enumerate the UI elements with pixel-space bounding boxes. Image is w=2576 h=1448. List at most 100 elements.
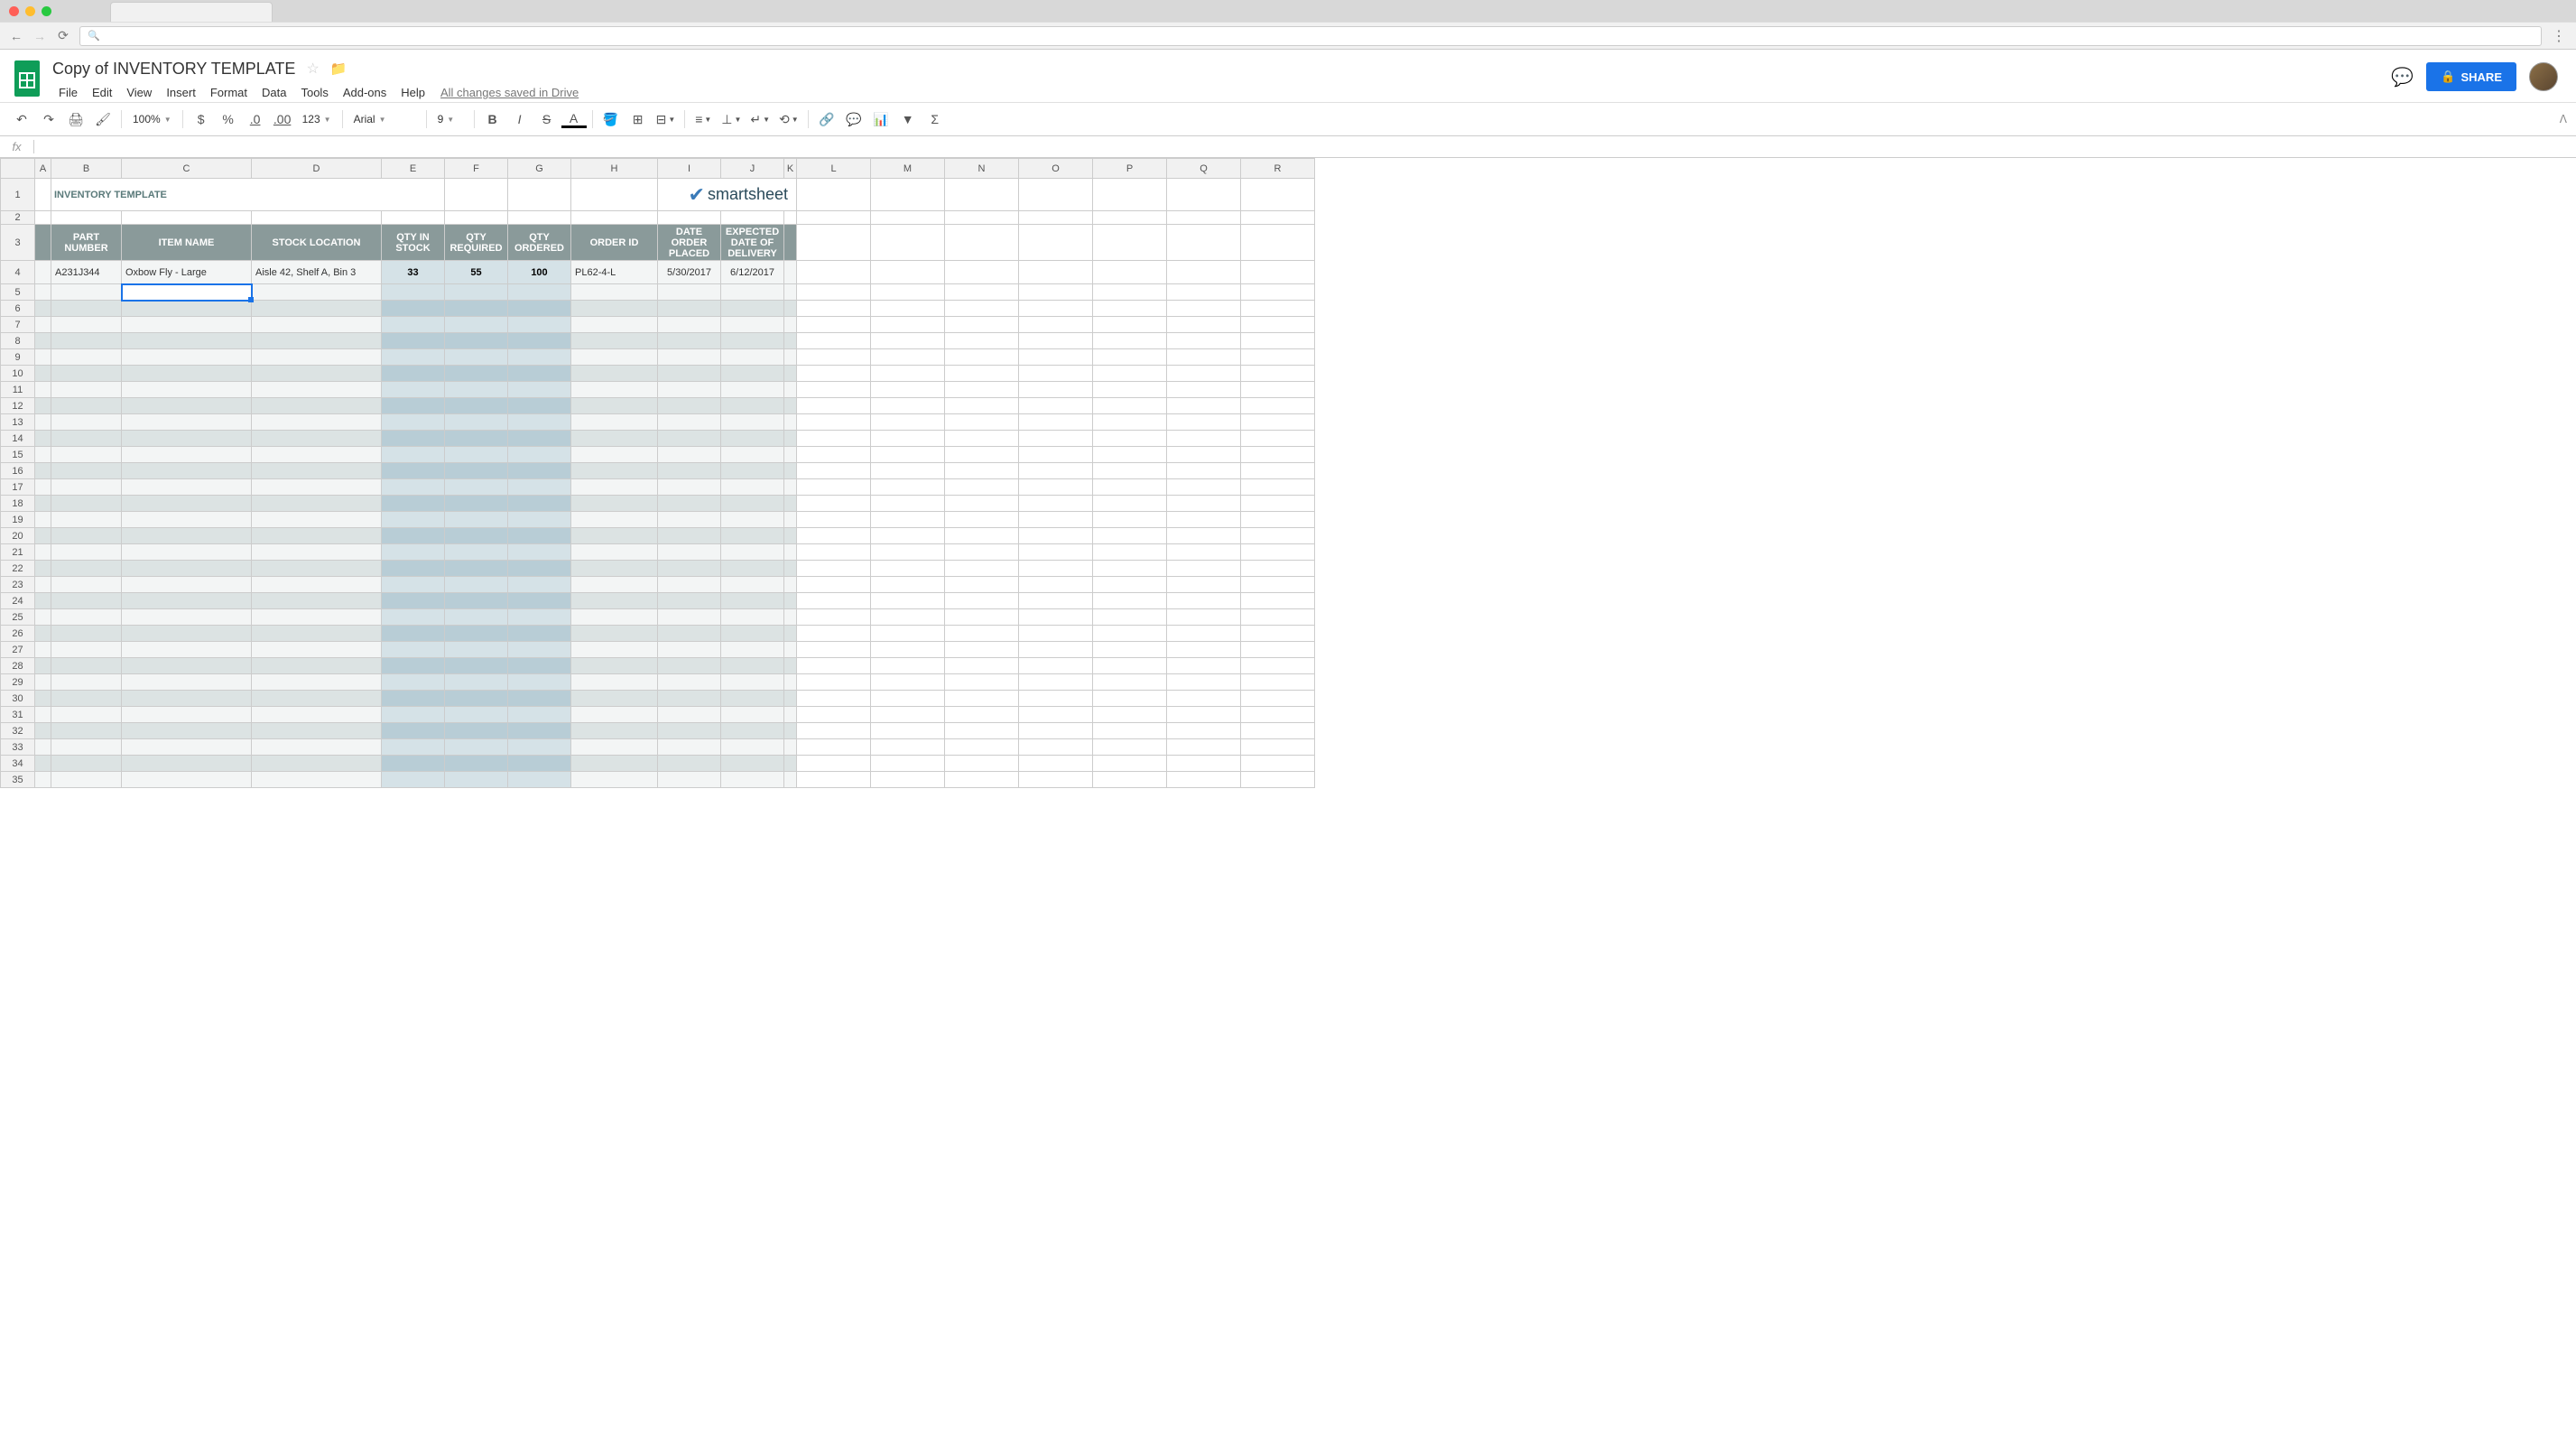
cell[interactable] [871,317,945,333]
cell[interactable] [721,398,784,414]
cell[interactable] [945,772,1019,788]
spreadsheet-grid[interactable]: ABCDEFGHIJKLMNOPQR1INVENTORY TEMPLATE✔sm… [0,158,1315,788]
cell[interactable] [382,366,445,382]
menu-edit[interactable]: Edit [86,83,118,102]
cell[interactable] [571,609,658,626]
cell[interactable]: PL62-4-L [571,261,658,284]
cell[interactable]: INVENTORY TEMPLATE [51,179,445,211]
cell[interactable] [122,772,252,788]
cell[interactable] [35,349,51,366]
cell[interactable] [658,211,721,225]
cell[interactable] [35,772,51,788]
cell[interactable] [1093,398,1167,414]
cell[interactable] [1167,479,1241,496]
cell[interactable] [1167,723,1241,739]
cell[interactable] [445,366,508,382]
cell[interactable] [252,317,382,333]
font-select[interactable]: Arial▼ [348,113,421,125]
cell[interactable] [51,642,122,658]
cell[interactable] [252,366,382,382]
cell[interactable] [784,561,797,577]
cell[interactable] [721,496,784,512]
cell[interactable] [122,447,252,463]
cell[interactable] [252,284,382,301]
cell[interactable] [252,414,382,431]
cell[interactable] [721,658,784,674]
cell[interactable] [252,577,382,593]
cell[interactable] [445,626,508,642]
borders-button[interactable]: ⊞ [625,107,651,131]
cell[interactable]: 33 [382,261,445,284]
cell[interactable] [658,301,721,317]
cell[interactable] [1241,349,1315,366]
cell[interactable] [1241,301,1315,317]
row-header-9[interactable]: 9 [1,349,35,366]
cell[interactable] [658,528,721,544]
cell[interactable] [658,431,721,447]
menu-tools[interactable]: Tools [294,83,334,102]
cell[interactable] [1093,723,1167,739]
cell[interactable] [1019,626,1093,642]
cell[interactable] [945,609,1019,626]
browser-reload-button[interactable]: ⟳ [56,29,70,43]
menu-insert[interactable]: Insert [160,83,202,102]
cell[interactable] [571,317,658,333]
cell[interactable] [1167,512,1241,528]
cell[interactable] [51,658,122,674]
cell[interactable] [35,593,51,609]
cell[interactable] [35,642,51,658]
cell[interactable] [252,431,382,447]
cell[interactable] [784,317,797,333]
cell[interactable] [252,349,382,366]
cell[interactable] [658,577,721,593]
cell[interactable] [871,211,945,225]
cell[interactable] [51,463,122,479]
cell[interactable] [945,561,1019,577]
cell[interactable] [871,366,945,382]
cell[interactable] [1019,496,1093,512]
cell[interactable] [508,414,571,431]
cell[interactable] [445,317,508,333]
number-format-select[interactable]: 123▼ [297,113,337,125]
cell[interactable] [571,382,658,398]
cell[interactable] [1241,674,1315,691]
cell[interactable] [784,772,797,788]
cell[interactable] [784,284,797,301]
column-header-A[interactable]: A [35,159,51,179]
cell[interactable] [871,723,945,739]
cell[interactable] [571,772,658,788]
cell[interactable] [945,211,1019,225]
cell[interactable] [658,658,721,674]
cell[interactable] [784,398,797,414]
cell[interactable] [1019,756,1093,772]
horizontal-align-button[interactable]: ≡▼ [690,107,716,131]
menu-format[interactable]: Format [204,83,254,102]
row-header-29[interactable]: 29 [1,674,35,691]
cell[interactable] [508,626,571,642]
cell[interactable] [445,382,508,398]
cell[interactable] [1019,707,1093,723]
cell[interactable] [721,674,784,691]
cell[interactable] [871,414,945,431]
cell[interactable] [1019,333,1093,349]
cell[interactable] [784,674,797,691]
cell[interactable] [35,707,51,723]
cell[interactable] [1167,447,1241,463]
cell[interactable] [252,398,382,414]
row-header-7[interactable]: 7 [1,317,35,333]
cell[interactable] [1167,739,1241,756]
cell[interactable] [945,658,1019,674]
menu-view[interactable]: View [120,83,158,102]
column-header-E[interactable]: E [382,159,445,179]
column-header-P[interactable]: P [1093,159,1167,179]
cell[interactable] [784,366,797,382]
cell[interactable] [797,756,871,772]
cell[interactable] [658,398,721,414]
cell[interactable] [382,463,445,479]
redo-button[interactable]: ↷ [36,107,61,131]
cell[interactable] [658,691,721,707]
cell[interactable] [784,349,797,366]
cell[interactable] [252,496,382,512]
cell[interactable] [51,447,122,463]
cell[interactable] [445,772,508,788]
